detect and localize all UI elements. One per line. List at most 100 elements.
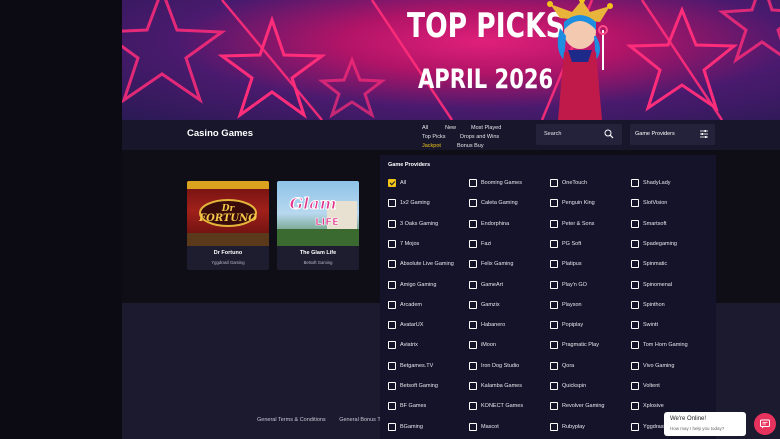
provider-label: Peter & Sons: [562, 220, 595, 227]
chat-greeting[interactable]: We're Online! How may I help you today?: [664, 412, 746, 436]
provider-label: Arcadem: [400, 301, 423, 308]
provider-checkbox[interactable]: [388, 260, 396, 269]
provider-checkbox[interactable]: [388, 239, 396, 248]
filter-top-picks[interactable]: Top Picks: [422, 133, 446, 142]
game-providers-panel: Game Providers All 1x2 Gaming 3 Oaks Gamin…: [380, 155, 716, 439]
provider-checkbox[interactable]: [388, 280, 396, 289]
provider-label: Endorphina: [481, 220, 510, 227]
dr-fortuno-art: Dr FORTUNO: [187, 181, 269, 246]
provider-label: Aviatrix: [400, 342, 418, 349]
provider-checkbox[interactable]: [388, 382, 396, 390]
game-thumbnail: Dr FORTUNO: [187, 181, 269, 246]
provider-checkbox[interactable]: [388, 361, 396, 370]
provider-label: Gamzix: [481, 301, 500, 308]
provider-checkbox[interactable]: [631, 219, 639, 228]
provider-checkbox[interactable]: [388, 219, 396, 228]
provider-label: Amigo Gaming: [400, 281, 437, 288]
search-icon[interactable]: [604, 129, 614, 139]
game-card-dr-fortuno[interactable]: Dr FORTUNO Dr Fortuno Yggdrasil Gaming: [187, 181, 269, 270]
provider-checkbox[interactable]: [631, 280, 639, 289]
game-provider: Betsoft Gaming: [303, 260, 333, 265]
provider-checkbox[interactable]: [550, 422, 558, 431]
provider-checkbox[interactable]: [550, 260, 558, 269]
provider-checkbox[interactable]: [469, 321, 477, 330]
provider-checkbox[interactable]: [469, 219, 477, 228]
provider-checkbox[interactable]: [631, 239, 639, 248]
provider-checkbox[interactable]: [469, 341, 477, 350]
provider-checkbox[interactable]: [469, 382, 477, 390]
game-name: The Glam Life: [299, 250, 337, 256]
provider-checkbox[interactable]: [631, 179, 639, 187]
provider-checkbox[interactable]: [469, 300, 477, 309]
filter-most-played[interactable]: Most Played: [471, 124, 501, 133]
svg-text:LIFE: LIFE: [315, 217, 339, 228]
filter-sliders-icon: [700, 130, 708, 138]
provider-checkbox[interactable]: [631, 260, 639, 269]
footer-link-bonus-terms[interactable]: General Bonus T: [339, 417, 380, 423]
provider-label: Caleta Gaming: [481, 200, 518, 207]
provider-checkbox[interactable]: [550, 321, 558, 330]
filter-drops-and-wins[interactable]: Drops and Wins: [460, 133, 499, 142]
filter-new[interactable]: New: [445, 124, 456, 133]
provider-checkbox[interactable]: [469, 402, 477, 411]
provider-checkbox[interactable]: [550, 300, 558, 309]
footer-link-terms[interactable]: General Terms & Conditions: [257, 417, 326, 423]
provider-checkbox[interactable]: [550, 219, 558, 228]
game-name: Dr Fortuno: [213, 250, 243, 256]
provider-checkbox[interactable]: [631, 422, 639, 431]
provider-label: Pragmatic Play: [562, 342, 599, 349]
provider-checkbox[interactable]: [388, 300, 396, 309]
provider-checkbox[interactable]: [469, 361, 477, 370]
provider-checkbox[interactable]: [631, 341, 639, 350]
provider-checkbox[interactable]: [550, 341, 558, 350]
provider-label: Popiplay: [562, 322, 584, 329]
provider-checkbox[interactable]: [469, 422, 477, 431]
provider-checkbox[interactable]: [550, 239, 558, 248]
provider-checkbox[interactable]: [388, 321, 396, 330]
promo-banner[interactable]: TOP PICKS APRIL 2026: [122, 0, 780, 120]
provider-checkbox[interactable]: [388, 199, 396, 208]
provider-checkbox[interactable]: [469, 199, 477, 208]
provider-checkbox[interactable]: [550, 361, 558, 370]
provider-checkbox[interactable]: [388, 179, 396, 187]
provider-checkbox[interactable]: [631, 321, 639, 330]
provider-checkbox[interactable]: [631, 199, 639, 208]
provider-checkbox[interactable]: [631, 300, 639, 309]
provider-checkbox[interactable]: [469, 260, 477, 269]
provider-checkbox[interactable]: [550, 179, 558, 187]
provider-checkbox[interactable]: [631, 361, 639, 370]
game-providers-dropdown[interactable]: Game Providers: [630, 124, 715, 145]
provider-checkbox[interactable]: [388, 402, 396, 411]
game-card-the-glam-life[interactable]: Glam LIFE The Glam Life Betsoft Gaming: [277, 181, 359, 270]
provider-label: Kalamba Games: [481, 383, 522, 389]
provider-label: Tom Horn Gaming: [643, 342, 688, 349]
provider-checkbox[interactable]: [550, 280, 558, 289]
provider-label: Revolver Gaming: [562, 403, 605, 410]
provider-label: 3 Oaks Gaming: [400, 220, 439, 227]
providers-panel-title: Game Providers: [388, 162, 431, 168]
provider-checkbox[interactable]: [550, 402, 558, 411]
game-provider: Yggdrasil Gaming: [211, 260, 245, 265]
provider-label: BF Games: [400, 403, 427, 410]
provider-checkbox[interactable]: [550, 199, 558, 208]
provider-checkbox[interactable]: [631, 402, 639, 411]
provider-checkbox[interactable]: [469, 239, 477, 248]
provider-label: Spadegaming: [643, 240, 677, 247]
footer-links: General Terms & Conditions General Bonus…: [257, 417, 393, 423]
svg-text:Glam: Glam: [289, 194, 336, 213]
provider-checkbox[interactable]: [469, 179, 477, 187]
search-input[interactable]: Search: [536, 124, 622, 145]
provider-checkbox[interactable]: [388, 341, 396, 350]
provider-label: Platipus: [562, 261, 582, 268]
provider-checkbox[interactable]: [550, 382, 558, 390]
chat-launcher-button[interactable]: [754, 413, 776, 435]
filter-all[interactable]: All: [422, 124, 428, 133]
provider-checkbox[interactable]: [631, 382, 639, 390]
provider-label: Betsoft Gaming: [400, 383, 438, 389]
provider-label: Playson: [562, 301, 582, 308]
provider-label: Spinthon: [643, 301, 665, 308]
provider-label: OneTouch: [562, 180, 588, 186]
provider-checkbox[interactable]: [388, 422, 396, 431]
provider-checkbox[interactable]: [469, 280, 477, 289]
provider-label: Quickspin: [562, 383, 587, 389]
